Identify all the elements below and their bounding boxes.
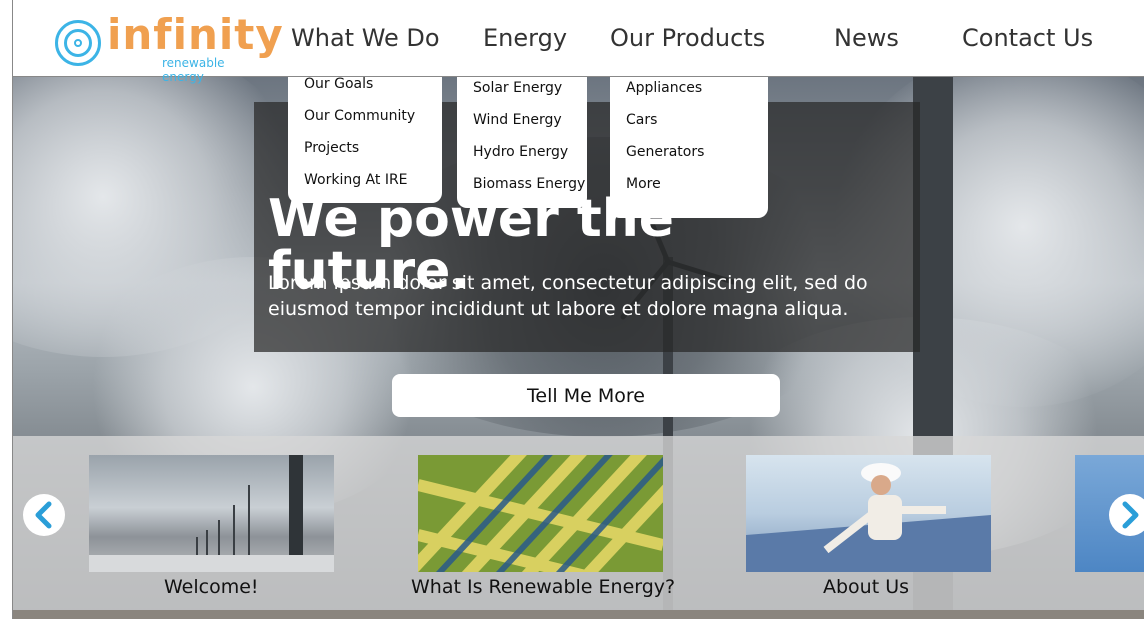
nav-news[interactable]: News [834, 24, 899, 52]
menu-item-solar-energy[interactable]: Solar Energy [473, 80, 562, 96]
feature-carousel: Welcome! What Is Renewable Energy? About… [13, 436, 1144, 610]
menu-item-appliances[interactable]: Appliances [626, 80, 702, 96]
dropdown-our-products: Appliances Cars Generators More [610, 77, 768, 218]
logo-wordmark: infinity [107, 10, 284, 59]
menu-item-biomass-energy[interactable]: Biomass Energy [473, 176, 585, 192]
chevron-right-icon [1122, 501, 1139, 529]
menu-item-our-community[interactable]: Our Community [304, 108, 415, 124]
carousel-caption: What Is Renewable Energy? [411, 576, 676, 598]
nav-what-we-do[interactable]: What We Do [291, 24, 440, 52]
menu-item-generators[interactable]: Generators [626, 144, 704, 160]
carousel-prev-button[interactable] [23, 494, 65, 536]
wind-farm-image [89, 455, 334, 572]
nav-our-products[interactable]: Our Products [610, 24, 765, 52]
menu-item-our-goals[interactable]: Our Goals [304, 76, 373, 92]
menu-item-more[interactable]: More [626, 176, 661, 192]
logo-tagline: renewable energy [162, 56, 225, 84]
engineer-image [746, 463, 991, 572]
dropdown-what-we-do: Our Goals Our Community Projects Working… [288, 76, 442, 203]
menu-item-working-at-ire[interactable]: Working At IRE [304, 172, 408, 188]
carousel-caption: Welcome! [164, 576, 259, 598]
site-header: infinity renewable energy What We Do Ene… [13, 0, 1144, 84]
menu-item-wind-energy[interactable]: Wind Energy [473, 112, 562, 128]
page-frame: We power the future. Lorem ipsum dolor s… [12, 0, 1144, 619]
solar-panel-image [418, 455, 663, 572]
hero-body-text: Lorem ipsum dolor sit amet, consectetur … [268, 272, 868, 320]
tell-me-more-button[interactable]: Tell Me More [392, 374, 780, 417]
page-bottom-strip [13, 610, 1144, 619]
logo[interactable]: infinity renewable energy [55, 10, 283, 84]
nav-contact-us[interactable]: Contact Us [962, 24, 1093, 52]
menu-item-projects[interactable]: Projects [304, 140, 359, 156]
carousel-image-solar[interactable] [418, 455, 663, 572]
chevron-left-icon [35, 501, 52, 529]
carousel-image-about[interactable] [746, 455, 991, 572]
carousel-caption: About Us [823, 576, 910, 598]
carousel-next-button[interactable] [1109, 494, 1144, 536]
logo-dot-icon [74, 39, 82, 47]
menu-item-hydro-energy[interactable]: Hydro Energy [473, 144, 568, 160]
dropdown-energy: Solar Energy Wind Energy Hydro Energy Bi… [457, 77, 587, 208]
carousel-image-wind-farm[interactable] [89, 455, 334, 572]
nav-energy[interactable]: Energy [483, 24, 567, 52]
menu-item-cars[interactable]: Cars [626, 112, 657, 128]
